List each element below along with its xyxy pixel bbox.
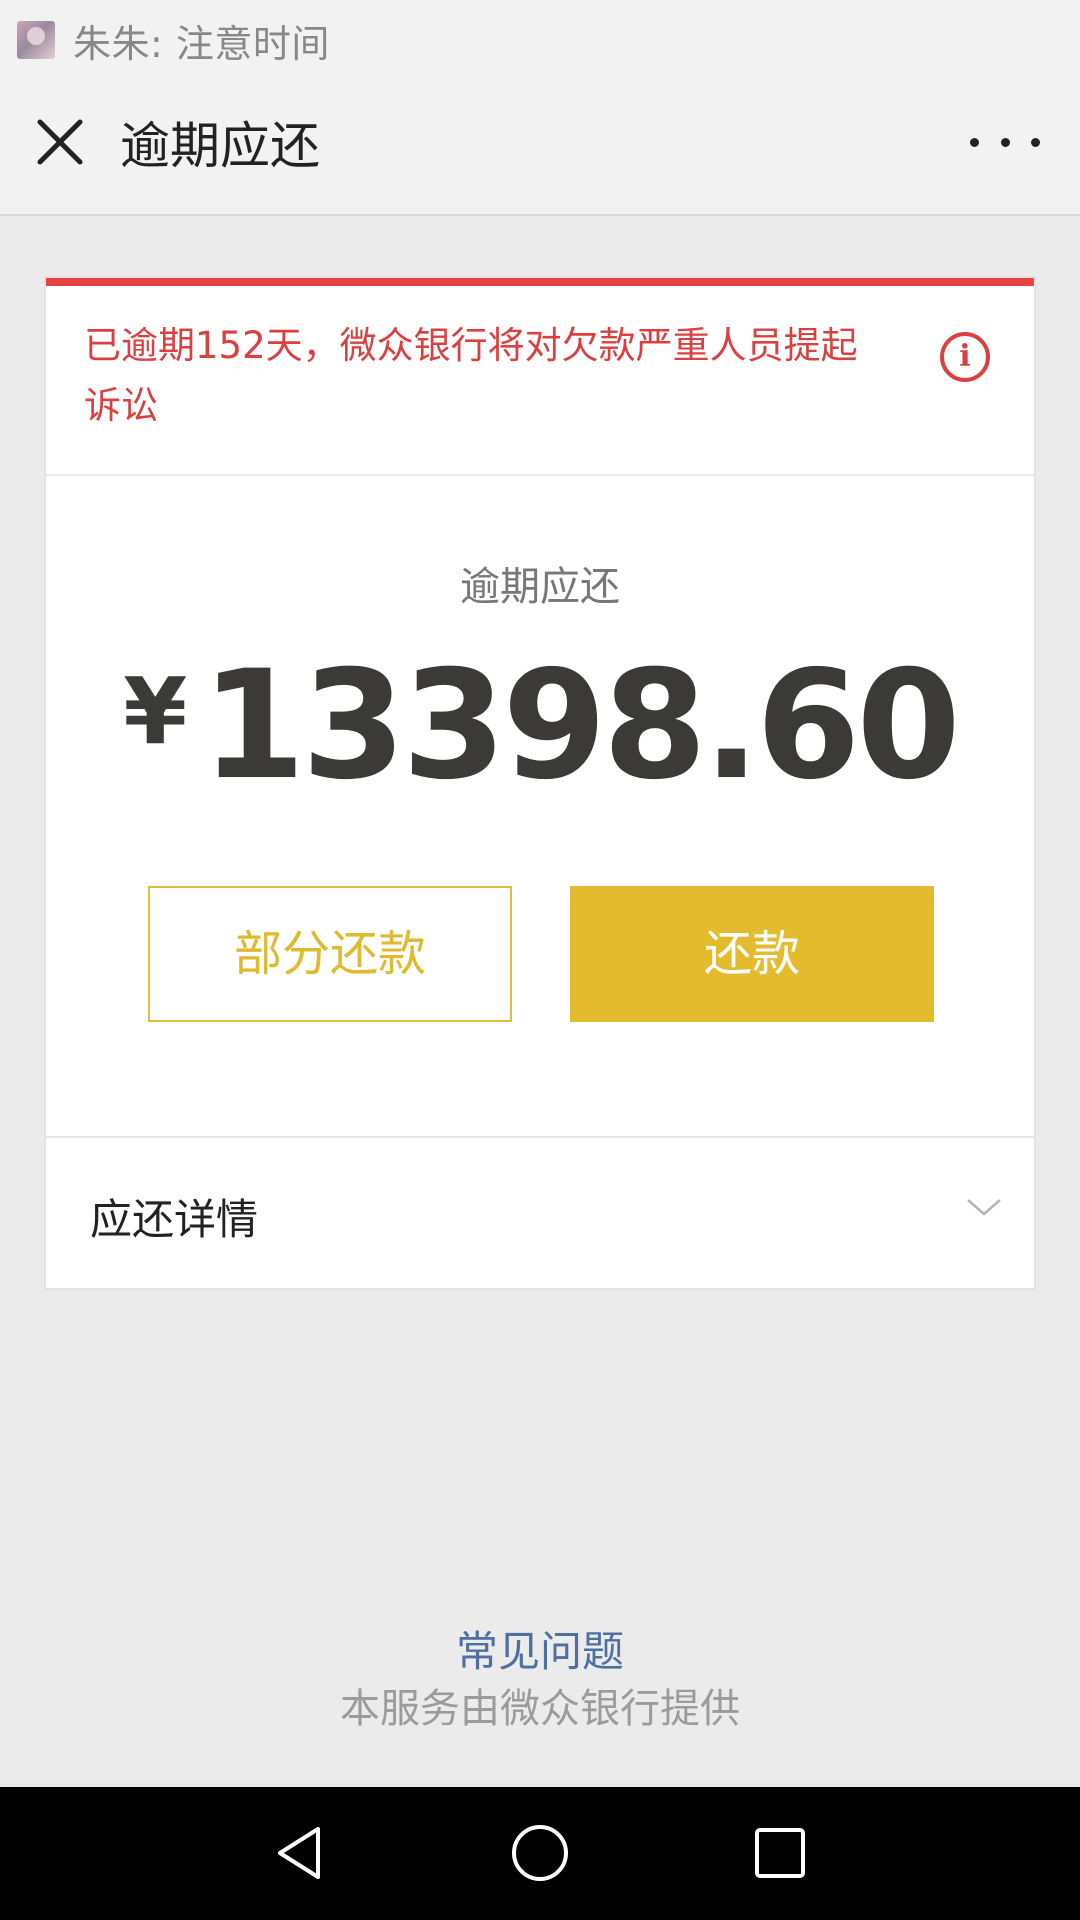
system-nav-bar (0, 1787, 1080, 1920)
chevron-down-icon (967, 1199, 1001, 1216)
notification-bar[interactable]: 朱朱: 注意时间 (0, 0, 1080, 80)
repayment-details-row[interactable]: 应还详情 (46, 1138, 1034, 1288)
amount-section: 逾期应还 ¥13398.60 部分还款 还款 (46, 476, 1034, 1138)
alert-accent-line (46, 278, 1034, 286)
more-button[interactable] (970, 114, 1040, 170)
amount-display: ¥13398.60 (46, 646, 1034, 806)
close-icon (37, 119, 83, 165)
home-icon[interactable] (508, 1821, 572, 1885)
recent-apps-icon[interactable] (748, 1821, 812, 1885)
back-icon[interactable] (268, 1821, 332, 1885)
page-title: 逾期应还 (120, 117, 320, 175)
amount-value: 13398.60 (201, 639, 961, 813)
partial-repay-button[interactable]: 部分还款 (148, 886, 512, 1022)
more-dots-icon (970, 137, 979, 147)
notification-text: 朱朱: 注意时间 (73, 21, 330, 66)
avatar (17, 21, 55, 59)
provider-text: 本服务由微众银行提供 (340, 1686, 740, 1732)
details-label: 应还详情 (90, 1195, 259, 1244)
amount-label: 逾期应还 (460, 564, 620, 610)
header: 逾期应还 (0, 80, 1080, 216)
info-icon[interactable]: i (940, 332, 990, 382)
currency-symbol: ¥ (123, 658, 188, 765)
repay-button[interactable]: 还款 (570, 886, 934, 1022)
faq-link[interactable]: 常见问题 (0, 1618, 1080, 1679)
alert-message: 已逾期152天，微众银行将对欠款严重人员提起诉讼 (84, 324, 858, 427)
more-dot (1000, 137, 1010, 147)
more-dot (1031, 137, 1040, 147)
close-button[interactable] (28, 110, 92, 174)
repayment-card: 已逾期152天，微众银行将对欠款严重人员提起诉讼 i 逾期应还 ¥13398.6… (44, 276, 1036, 1290)
overdue-alert: 已逾期152天，微众银行将对欠款严重人员提起诉讼 i (46, 286, 1034, 476)
